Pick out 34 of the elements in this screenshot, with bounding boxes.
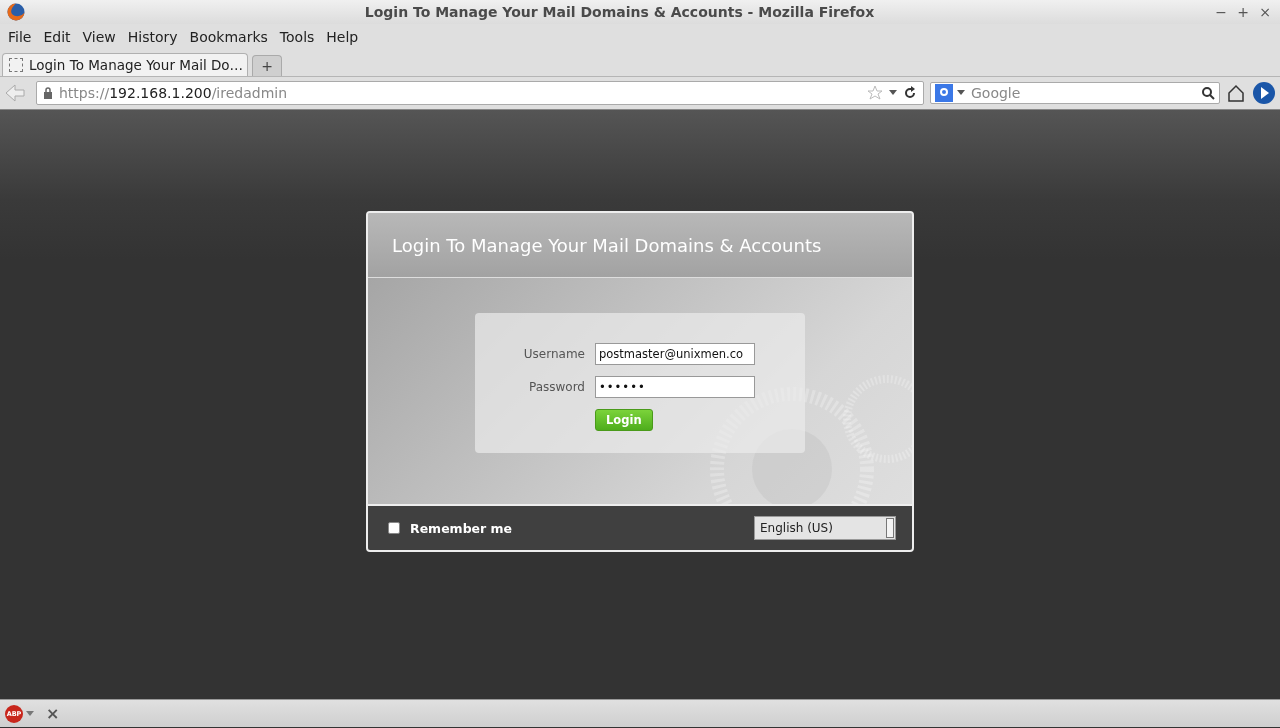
dropdown-caret-icon[interactable]	[957, 90, 965, 96]
dropdown-caret-icon[interactable]	[26, 710, 34, 717]
username-field[interactable]: postmaster@unixmen.co	[595, 343, 755, 365]
login-title: Login To Manage Your Mail Domains & Accounts	[392, 234, 822, 256]
window-title: Login To Manage Your Mail Domains & Accounts - Mozilla Firefox	[363, 4, 876, 20]
remember-checkbox[interactable]	[388, 522, 400, 534]
reload-icon[interactable]	[903, 86, 917, 100]
search-icon[interactable]	[1201, 86, 1215, 100]
menu-item[interactable]: Help	[320, 29, 365, 45]
minimize-button[interactable]: −	[1214, 4, 1228, 20]
menu-item[interactable]: Edit	[37, 29, 77, 45]
menu-item[interactable]: Bookmarks	[183, 29, 274, 45]
close-button[interactable]: ×	[1258, 4, 1272, 20]
home-icon[interactable]	[1226, 83, 1246, 103]
maximize-button[interactable]: +	[1236, 4, 1250, 20]
menu-item[interactable]: View	[76, 29, 122, 45]
new-tab-button[interactable]: +	[252, 55, 282, 76]
lock-icon	[43, 87, 53, 99]
address-bar[interactable]: https://192.168.1.200/iredadmin	[36, 81, 924, 105]
remember-label: Remember me	[410, 520, 514, 536]
play-button-icon[interactable]	[1252, 81, 1276, 105]
star-icon[interactable]	[867, 85, 883, 101]
field-label: Username	[522, 347, 585, 361]
menu-item[interactable]: Tools	[273, 29, 321, 45]
dropdown-caret-icon[interactable]	[889, 90, 897, 96]
menu-item[interactable]: File	[2, 29, 38, 45]
browser-tab[interactable]: Login To Manage Your Mail Do…	[2, 53, 248, 76]
menu-item[interactable]: History	[121, 29, 184, 45]
language-dropdown[interactable]: English (US)	[754, 516, 896, 540]
search-bar[interactable]: Google	[930, 82, 1220, 104]
field-label: Password	[527, 380, 585, 394]
close-button[interactable]: ×	[46, 704, 60, 723]
password-field[interactable]: ••••••	[595, 376, 755, 398]
firefox-logo-icon	[7, 3, 25, 21]
